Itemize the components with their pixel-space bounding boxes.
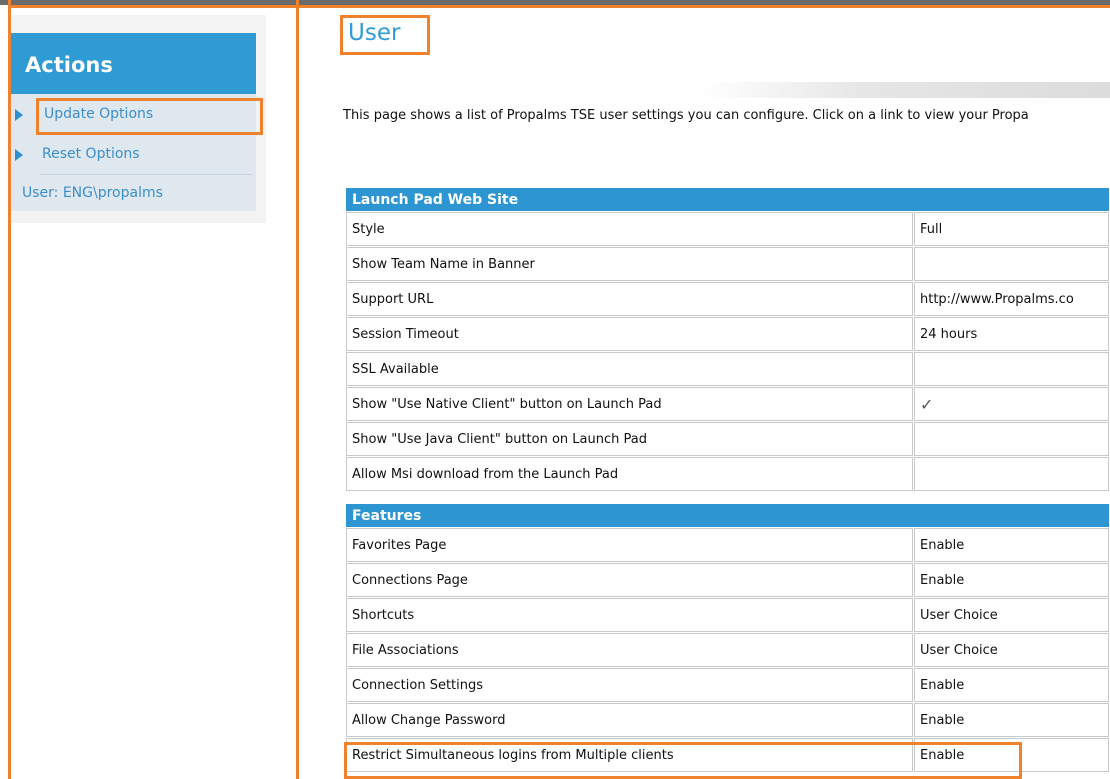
table-row: File Associations User Choice (346, 633, 1109, 667)
setting-value (914, 247, 1109, 281)
section-header-launch-pad: Launch Pad Web Site (346, 188, 1109, 211)
setting-label: Show Team Name in Banner (346, 247, 913, 281)
setting-label: File Associations (346, 633, 913, 667)
actions-header: Actions (11, 33, 256, 94)
section-header-features: Features (346, 504, 1109, 527)
setting-label: Style (346, 212, 913, 246)
page-title-highlight (340, 15, 430, 55)
setting-value: Enable (914, 563, 1109, 597)
triangle-right-icon (15, 149, 23, 161)
setting-label: Allow Msi download from the Launch Pad (346, 457, 913, 491)
page-intro: This page shows a list of Propalms TSE u… (343, 108, 1029, 123)
table-row: Style Full (346, 212, 1109, 246)
launch-pad-settings-table: Launch Pad Web Site Style Full Show Team… (345, 187, 1110, 492)
setting-value: Enable (914, 528, 1109, 562)
table-row: Connections Page Enable (346, 563, 1109, 597)
table-row: Show "Use Native Client" button on Launc… (346, 387, 1109, 421)
restrict-logins-highlight (344, 742, 1022, 779)
setting-value: Enable (914, 703, 1109, 737)
setting-label: Show "Use Native Client" button on Launc… (346, 387, 913, 421)
table-row: Show "Use Java Client" button on Launch … (346, 422, 1109, 456)
setting-value: 24 hours (914, 317, 1109, 351)
table-row: Allow Msi download from the Launch Pad (346, 457, 1109, 491)
setting-label: SSL Available (346, 352, 913, 386)
setting-label: Shortcuts (346, 598, 913, 632)
sidebar-divider (40, 174, 252, 175)
highlight-frame-divider (296, 0, 299, 779)
table-row: Favorites Page Enable (346, 528, 1109, 562)
table-row: Support URL http://www.Propalms.co (346, 282, 1109, 316)
setting-label: Connections Page (346, 563, 913, 597)
header-shadow (700, 82, 1110, 98)
setting-value: Full (914, 212, 1109, 246)
setting-label: Connection Settings (346, 668, 913, 702)
highlight-frame-top (8, 5, 1110, 8)
setting-value (914, 422, 1109, 456)
actions-title: Actions (25, 53, 113, 77)
setting-label: Show "Use Java Client" button on Launch … (346, 422, 913, 456)
setting-value (914, 352, 1109, 386)
setting-label: Allow Change Password (346, 703, 913, 737)
triangle-right-icon (15, 109, 23, 121)
current-user-label: User: ENG\propalms (22, 185, 163, 201)
update-options-highlight (36, 98, 263, 135)
checkmark-icon: ✓ (920, 394, 934, 414)
reset-options-link[interactable]: Reset Options (42, 146, 140, 162)
table-row: Session Timeout 24 hours (346, 317, 1109, 351)
setting-value: http://www.Propalms.co (914, 282, 1109, 316)
setting-label: Session Timeout (346, 317, 913, 351)
table-row: Allow Change Password Enable (346, 703, 1109, 737)
table-row: SSL Available (346, 352, 1109, 386)
setting-label: Favorites Page (346, 528, 913, 562)
setting-value (914, 457, 1109, 491)
setting-value: User Choice (914, 633, 1109, 667)
table-row: Show Team Name in Banner (346, 247, 1109, 281)
table-row: Connection Settings Enable (346, 668, 1109, 702)
features-settings-table: Features Favorites Page Enable Connectio… (345, 503, 1110, 773)
setting-value: ✓ (914, 387, 1109, 421)
setting-value: User Choice (914, 598, 1109, 632)
setting-label: Support URL (346, 282, 913, 316)
table-row: Shortcuts User Choice (346, 598, 1109, 632)
setting-value: Enable (914, 668, 1109, 702)
